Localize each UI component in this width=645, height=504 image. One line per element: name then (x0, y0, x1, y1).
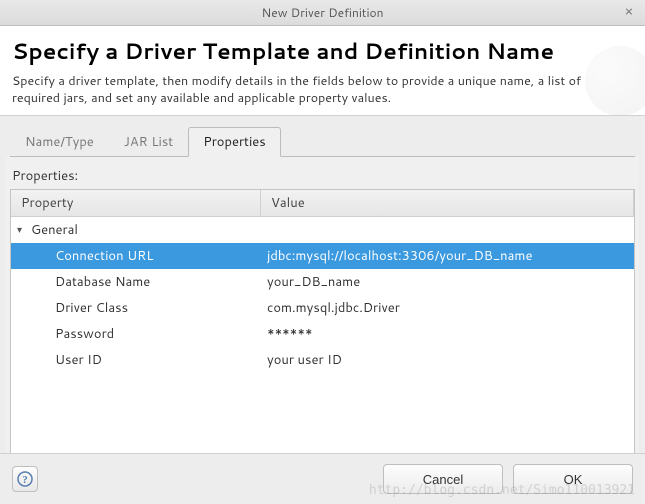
prop-row-user-id[interactable]: User ID your user ID (11, 347, 634, 373)
close-icon[interactable]: × (621, 4, 637, 20)
tab-name-type[interactable]: Name/Type (10, 127, 109, 157)
dialog-header: Specify a Driver Template and Definition… (0, 26, 645, 116)
category-general[interactable]: ▾ General (11, 217, 634, 243)
prop-value: your_DB_name (261, 273, 634, 291)
titlebar: New Driver Definition × (0, 0, 645, 26)
prop-value: your user ID (261, 351, 634, 369)
tab-bar: Name/Type JAR List Properties (10, 126, 635, 157)
header-decoration (585, 46, 645, 116)
properties-label: Properties: (12, 167, 635, 185)
button-bar: ? Cancel OK (0, 453, 645, 504)
prop-name: User ID (11, 351, 261, 369)
prop-row-driver-class[interactable]: Driver Class com.mysql.jdbc.Driver (11, 295, 634, 321)
prop-name: Password (11, 325, 261, 343)
tab-properties[interactable]: Properties (188, 127, 281, 157)
category-label: General (31, 221, 78, 239)
ok-button[interactable]: OK (513, 464, 633, 494)
properties-header: Property Value (11, 190, 634, 217)
prop-row-password[interactable]: Password ****** (11, 321, 634, 347)
column-property[interactable]: Property (11, 190, 261, 216)
help-icon: ? (17, 471, 33, 487)
svg-text:?: ? (22, 474, 28, 486)
cancel-button[interactable]: Cancel (383, 464, 503, 494)
prop-name: Connection URL (11, 247, 261, 265)
prop-value: ****** (261, 325, 634, 343)
window-title: New Driver Definition (261, 4, 383, 21)
prop-row-connection-url[interactable]: Connection URL jdbc:mysql://localhost:33… (11, 243, 634, 269)
expand-icon[interactable]: ▾ (17, 223, 27, 237)
content-area: Name/Type JAR List Properties Properties… (0, 116, 645, 461)
prop-row-database-name[interactable]: Database Name your_DB_name (11, 269, 634, 295)
prop-name: Driver Class (11, 299, 261, 317)
prop-name: Database Name (11, 273, 261, 291)
page-title: Specify a Driver Template and Definition… (12, 36, 633, 67)
prop-value: com.mysql.jdbc.Driver (261, 299, 634, 317)
page-description: Specify a driver template, then modify d… (12, 73, 582, 107)
help-button[interactable]: ? (12, 466, 38, 492)
tab-jar-list[interactable]: JAR List (109, 127, 188, 157)
properties-table: Property Value ▾ General Connection URL … (10, 189, 635, 457)
prop-value: jdbc:mysql://localhost:3306/your_DB_name (261, 247, 634, 265)
tab-body-properties: Properties: Property Value ▾ General Con… (6, 157, 639, 461)
column-value[interactable]: Value (261, 190, 634, 216)
